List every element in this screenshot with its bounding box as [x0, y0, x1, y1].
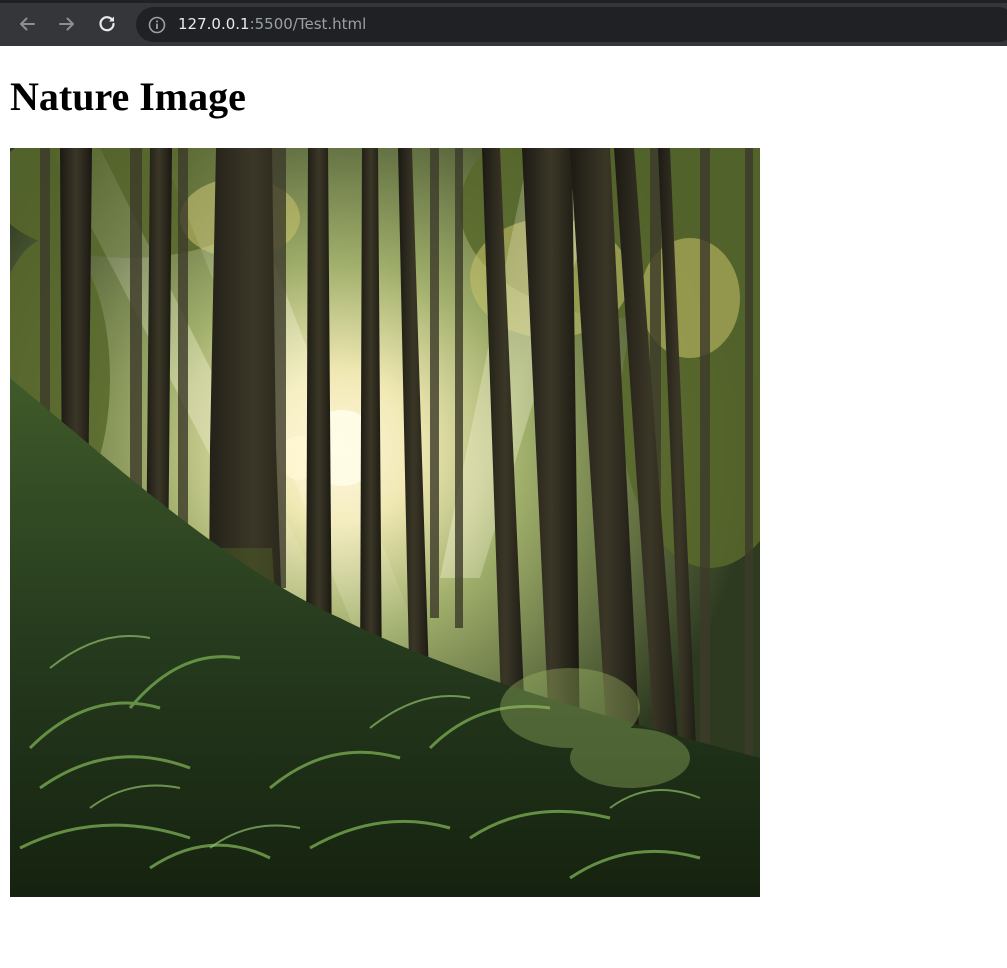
forward-button[interactable]: [50, 7, 84, 41]
reload-button[interactable]: [90, 7, 124, 41]
url-path: :5500/Test.html: [249, 15, 367, 33]
url-host: 127.0.0.1: [178, 15, 250, 33]
back-button[interactable]: [10, 7, 44, 41]
reload-icon: [99, 16, 115, 32]
page-title: Nature Image: [10, 74, 246, 119]
url-text[interactable]: 127.0.0.1:5500/Test.html: [178, 15, 366, 34]
arrow-left-icon: [20, 17, 35, 31]
arrow-right-icon: [59, 17, 74, 31]
info-icon[interactable]: [148, 16, 166, 34]
browser-toolbar: 127.0.0.1:5500/Test.html: [0, 0, 1007, 46]
nature-image: [10, 148, 760, 897]
address-bar[interactable]: 127.0.0.1:5500/Test.html: [136, 7, 1007, 42]
